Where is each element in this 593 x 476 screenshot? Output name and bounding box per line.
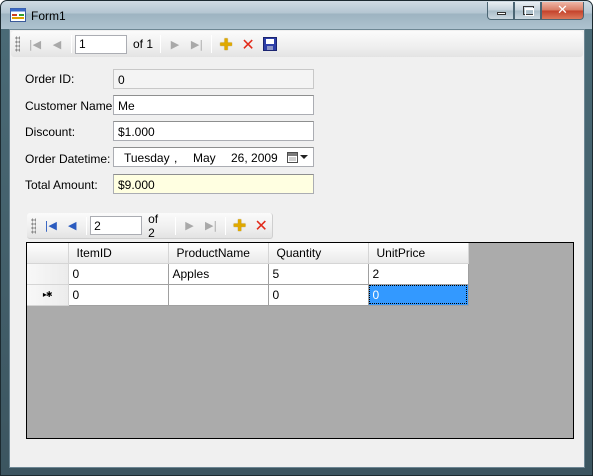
cell-quantity[interactable]: 5: [268, 263, 369, 285]
app-form-icon: [10, 8, 26, 22]
toolbar-separator: [224, 216, 226, 235]
move-first-icon: |◀: [44, 219, 57, 232]
count-label: of 2: [148, 211, 159, 240]
save-button[interactable]: [259, 33, 281, 55]
close-icon: ✕: [557, 3, 568, 18]
order-items-grid[interactable]: ItemID ProductName Quantity UnitPrice 0 …: [26, 242, 574, 439]
cell-productname[interactable]: Apples: [168, 263, 269, 285]
new-row-icon: ▸✱: [42, 290, 53, 299]
move-last-icon: ▶|: [204, 219, 218, 232]
cell-itemid[interactable]: 0: [68, 263, 169, 285]
cell-unitprice-selected[interactable]: 0: [368, 284, 469, 306]
order-datetime-label: Order Datetime:: [25, 152, 111, 166]
order-id-label: Order ID:: [25, 72, 75, 86]
customer-name-field[interactable]: Me: [113, 95, 314, 115]
add-new-button[interactable]: ✚: [229, 215, 251, 237]
datetime-separator: ,: [174, 151, 178, 165]
column-header-quantity[interactable]: Quantity: [268, 243, 369, 264]
add-icon: ✚: [219, 34, 233, 54]
form-client-area: |◀ ◀ of 1 ▶ ▶| ✚ ✕ Order ID: 0 Customer …: [9, 29, 585, 468]
move-previous-button[interactable]: ◀: [46, 33, 68, 55]
new-row-indicator[interactable]: ▸✱: [27, 284, 69, 306]
total-amount-field[interactable]: $9.000: [113, 174, 314, 194]
row-header[interactable]: [27, 263, 69, 285]
toolbar-separator: [86, 216, 88, 235]
move-next-button[interactable]: ▶: [179, 215, 201, 237]
move-previous-button[interactable]: ◀: [61, 215, 83, 237]
cell-productname[interactable]: [168, 284, 269, 306]
delete-button[interactable]: ✕: [250, 215, 272, 237]
close-button[interactable]: ✕: [541, 2, 584, 20]
position-input[interactable]: [90, 216, 143, 235]
cell-itemid[interactable]: 0: [68, 284, 169, 306]
move-first-icon: |◀: [28, 37, 42, 51]
chevron-down-icon: [300, 155, 308, 159]
move-last-button[interactable]: ▶|: [186, 33, 208, 55]
column-header-productname[interactable]: ProductName: [168, 243, 269, 264]
column-header-itemid[interactable]: ItemID: [68, 243, 169, 264]
move-next-icon: ▶: [185, 219, 194, 232]
move-previous-icon: ◀: [68, 219, 77, 232]
caption-buttons: ✕: [487, 2, 584, 20]
move-last-icon: ▶|: [190, 37, 204, 51]
toolbar-grip[interactable]: [15, 36, 20, 52]
save-icon: [263, 37, 278, 51]
toolbar-separator: [211, 35, 213, 53]
order-binding-navigator: |◀ ◀ of 1 ▶ ▶| ✚ ✕: [11, 31, 583, 57]
order-id-field[interactable]: 0: [113, 69, 314, 89]
title-bar[interactable]: Form1 ✕: [1, 1, 592, 29]
maximize-button[interactable]: [514, 2, 541, 20]
grid-table: ItemID ProductName Quantity UnitPrice 0 …: [27, 243, 469, 306]
add-icon: ✚: [232, 216, 247, 235]
toolbar-grip[interactable]: [31, 217, 36, 234]
customer-name-label: Customer Name:: [25, 99, 116, 113]
discount-label: Discount:: [25, 125, 76, 139]
total-amount-label: Total Amount:: [25, 178, 98, 192]
move-previous-icon: ◀: [52, 37, 62, 51]
items-binding-navigator: |◀ ◀ of 2 ▶ ▶| ✚ ✕: [27, 211, 273, 240]
move-first-button[interactable]: |◀: [40, 215, 62, 237]
minimize-button[interactable]: [487, 2, 514, 20]
minimize-icon: [497, 12, 506, 15]
position-input[interactable]: [75, 34, 127, 54]
datetime-weekday[interactable]: Tuesday: [124, 151, 170, 165]
maximize-icon: [523, 6, 534, 16]
toolbar-separator: [160, 35, 162, 53]
discount-field[interactable]: $1.000: [113, 121, 314, 141]
move-next-button[interactable]: ▶: [164, 33, 186, 55]
grid-header-row: ItemID ProductName Quantity UnitPrice: [27, 243, 469, 264]
delete-icon: ✕: [254, 216, 268, 235]
calendar-dropdown-button[interactable]: [287, 150, 311, 164]
toolbar-separator: [71, 35, 72, 53]
move-last-button[interactable]: ▶|: [200, 215, 222, 237]
add-new-button[interactable]: ✚: [215, 33, 237, 55]
order-datetime-picker[interactable]: Tuesday , May 26, 2009: [113, 147, 314, 167]
move-first-button[interactable]: |◀: [24, 33, 46, 55]
datetime-day-year[interactable]: 26, 2009: [231, 151, 278, 165]
table-row-new[interactable]: ▸✱ 0 0 0: [27, 284, 469, 306]
table-row[interactable]: 0 Apples 5 2: [27, 263, 469, 285]
datetime-month[interactable]: May: [193, 151, 216, 165]
delete-button[interactable]: ✕: [237, 33, 259, 55]
toolbar-separator: [174, 216, 176, 235]
application-window: Form1 ✕ |◀ ◀ of 1 ▶ ▶| ✚ ✕: [0, 0, 593, 476]
window-title: Form1: [31, 9, 66, 23]
count-label: of 1: [133, 37, 154, 51]
cell-unitprice[interactable]: 2: [368, 263, 469, 285]
cell-quantity[interactable]: 0: [268, 284, 369, 306]
calendar-icon: [287, 151, 298, 163]
move-next-icon: ▶: [170, 37, 180, 51]
delete-icon: ✕: [241, 34, 255, 54]
grid-corner-cell[interactable]: [27, 243, 69, 264]
column-header-unitprice[interactable]: UnitPrice: [368, 243, 469, 264]
